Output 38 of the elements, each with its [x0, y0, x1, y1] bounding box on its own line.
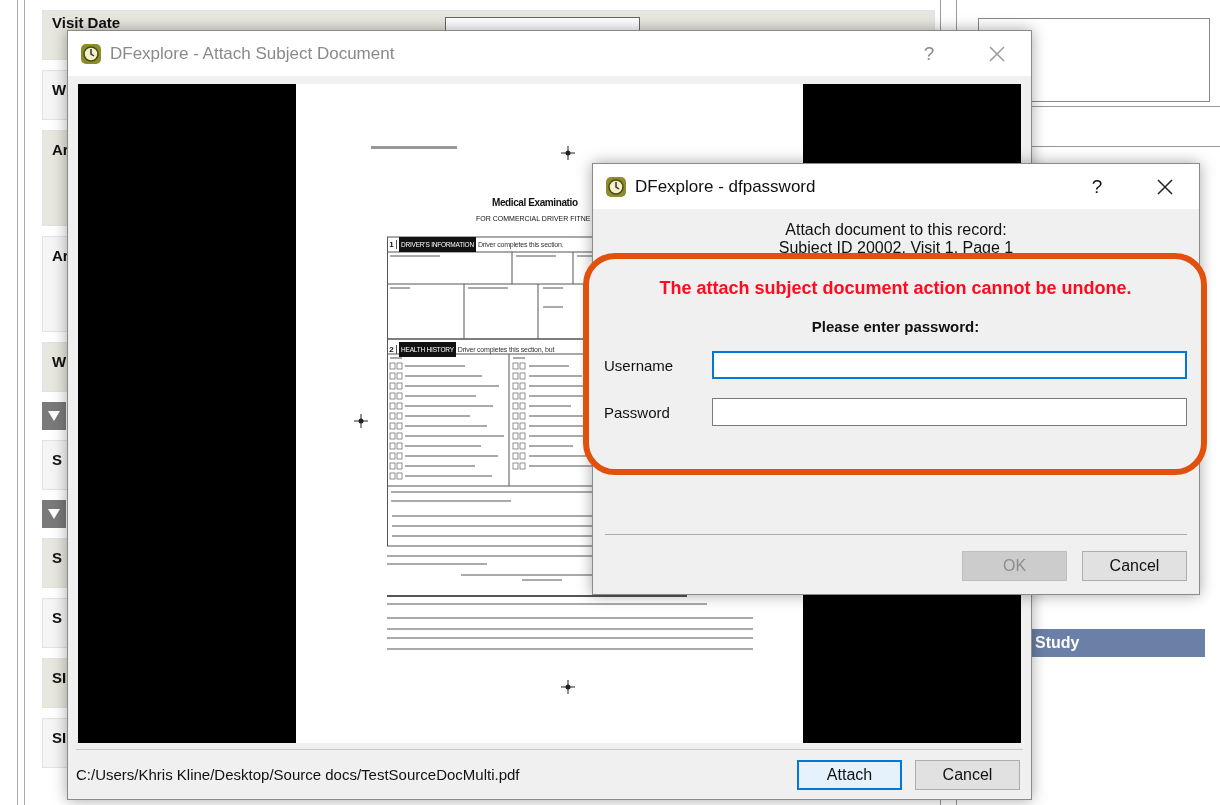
window-title: DFexplore - dfpassword: [635, 176, 817, 197]
field-label: W: [51, 80, 67, 98]
crosshair-icon: [561, 680, 575, 694]
close-icon[interactable]: [1157, 178, 1173, 195]
section-number: 2: [387, 345, 397, 354]
caret-icon: [47, 508, 61, 520]
collapse-button[interactable]: [42, 402, 66, 430]
dialog-button[interactable]: Cancel: [915, 759, 1020, 790]
help-button[interactable]: ?: [919, 42, 939, 65]
clock-icon: [80, 42, 102, 65]
field-label: Password: [604, 403, 671, 421]
help-button[interactable]: ?: [1087, 175, 1107, 198]
document-title: Medical Examinatio: [492, 197, 578, 208]
field-label: SI: [51, 728, 67, 746]
field-label: Ar: [51, 140, 69, 158]
dialog-button[interactable]: Cancel: [1082, 551, 1187, 581]
crosshair-icon: [561, 146, 575, 160]
clock-icon: [605, 175, 627, 198]
field-label: Ar: [51, 246, 69, 264]
record-intro: Attach document to this record:: [784, 221, 1008, 239]
field-label: S: [51, 548, 62, 566]
field-label: Visit Date: [51, 13, 121, 31]
input-field[interactable]: [712, 398, 1187, 426]
dialog-button[interactable]: Attach: [797, 759, 902, 790]
field-label: SI: [51, 668, 67, 686]
caret-icon: [47, 410, 61, 422]
warning-text: The attach subject document action cannot be undone.: [658, 278, 1133, 298]
collapse-button[interactable]: [42, 500, 66, 528]
file-path: C:/Users/Khris Kline/Desktop/Source docs/TestSourceDocMulti.pdf: [76, 766, 521, 783]
field-label: S: [51, 608, 62, 626]
window-title: DFexplore - Attach Subject Document: [110, 43, 396, 64]
field-label: Username: [604, 356, 675, 374]
crosshair-icon: [354, 414, 368, 428]
field-label: W: [51, 352, 67, 370]
field-label: S: [51, 450, 62, 468]
section-number: 1: [387, 240, 397, 249]
input-field[interactable]: [712, 351, 1187, 379]
prompt-text: Please enter password:: [810, 317, 981, 337]
